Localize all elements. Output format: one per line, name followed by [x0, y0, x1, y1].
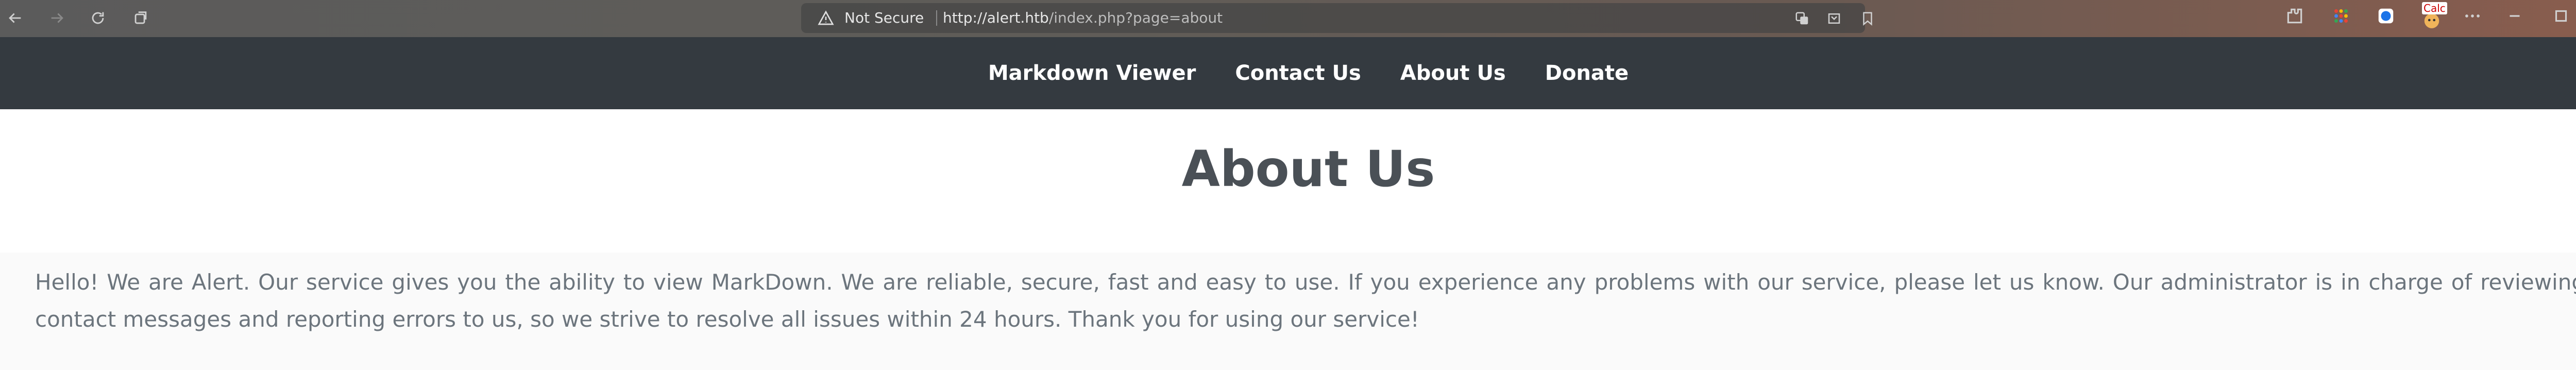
bookmark-icon[interactable]: [1860, 11, 1875, 26]
nav-contact-us[interactable]: Contact Us: [1235, 61, 1361, 85]
url-host: http://alert.htb: [943, 9, 1049, 26]
nav-about-us[interactable]: About Us: [1400, 61, 1506, 85]
url-path: /index.php?page=about: [1048, 9, 1223, 26]
divider: [936, 10, 937, 26]
page-title: About Us: [1181, 140, 1435, 198]
tab-list-button[interactable]: [128, 5, 154, 31]
calc-extension[interactable]: Calc: [2419, 2, 2447, 30]
more-icon[interactable]: [2463, 6, 2482, 26]
download-icon[interactable]: [1826, 11, 1842, 26]
site-navbar: Markdown Viewer Contact Us About Us Dona…: [0, 37, 2576, 109]
profile-icon[interactable]: [2376, 6, 2396, 26]
main-content: About Us Hello! We are Alert. Our servic…: [0, 109, 2576, 370]
apps-icon[interactable]: [2331, 6, 2351, 26]
back-button[interactable]: [2, 5, 28, 31]
address-bar[interactable]: Not Secure http://alert.htb/index.php?pa…: [801, 3, 1872, 33]
minimize-icon[interactable]: [2505, 6, 2524, 26]
browser-toolbar: Not Secure http://alert.htb/index.php?pa…: [0, 0, 2576, 37]
nav-markdown-viewer[interactable]: Markdown Viewer: [988, 61, 1196, 85]
back-icon: [9, 13, 21, 23]
about-text: Hello! We are Alert. Our service gives y…: [35, 270, 2576, 332]
calc-badge: Calc: [2422, 2, 2447, 14]
extensions-icon[interactable]: [2285, 6, 2304, 26]
tab-list-icon: [134, 11, 147, 24]
forward-button[interactable]: [44, 5, 70, 31]
about-section: Hello! We are Alert. Our service gives y…: [0, 253, 2576, 370]
translate-icon[interactable]: [1794, 11, 1810, 26]
reload-button[interactable]: [85, 5, 111, 31]
security-label[interactable]: Not Secure: [844, 3, 924, 33]
forward-icon: [51, 13, 63, 23]
warning-icon: [818, 10, 834, 25]
nav-donate[interactable]: Donate: [1545, 61, 1629, 85]
url-text[interactable]: http://alert.htb/index.php?page=about: [943, 3, 1223, 33]
reload-icon: [92, 12, 104, 24]
maximize-icon[interactable]: [2551, 6, 2571, 26]
